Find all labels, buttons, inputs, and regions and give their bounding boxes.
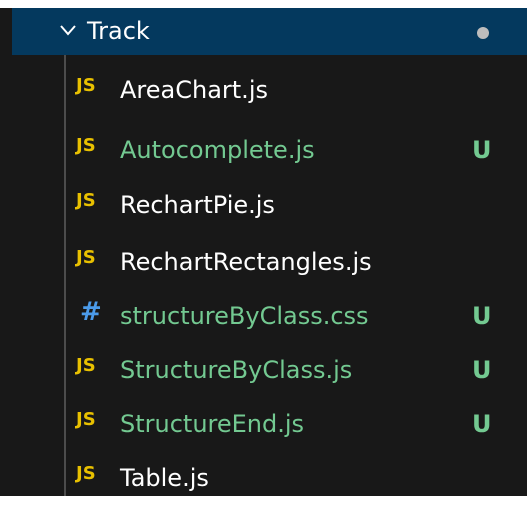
- file-row[interactable]: # structureByClass.css U: [12, 288, 527, 343]
- js-icon: JS: [76, 135, 96, 156]
- file-name: RechartRectangles.js: [120, 248, 372, 276]
- file-name: StructureEnd.js: [120, 410, 305, 438]
- file-name: StructureByClass.js: [120, 356, 353, 384]
- file-name: AreaChart.js: [120, 76, 268, 104]
- js-icon: JS: [76, 355, 96, 376]
- file-row[interactable]: JS RechartRectangles.js: [12, 234, 527, 289]
- file-row[interactable]: JS RechartPie.js: [12, 177, 527, 232]
- file-name: Autocomplete.js: [120, 136, 315, 164]
- modified-indicator-icon: [477, 27, 489, 39]
- git-status-badge: U: [472, 136, 492, 164]
- git-status-badge: U: [472, 302, 492, 330]
- chevron-down-icon[interactable]: [60, 24, 76, 36]
- js-icon: JS: [76, 190, 96, 211]
- js-icon: JS: [76, 409, 96, 430]
- js-icon: JS: [76, 247, 96, 268]
- file-name: structureByClass.css: [120, 302, 369, 330]
- file-row[interactable]: JS StructureEnd.js U: [12, 396, 527, 451]
- file-name: RechartPie.js: [120, 191, 275, 219]
- css-icon: #: [80, 297, 102, 327]
- file-name: Table.js: [120, 464, 209, 492]
- file-row[interactable]: JS Table.js: [12, 450, 527, 505]
- js-icon: JS: [76, 463, 96, 484]
- file-row[interactable]: JS Autocomplete.js U: [12, 122, 527, 177]
- js-icon: JS: [76, 75, 96, 96]
- file-explorer: Track JS AreaChart.js JS Autocomplete.js U JS…: [0, 8, 527, 496]
- git-status-badge: U: [472, 410, 492, 438]
- folder-name: Track: [87, 17, 150, 45]
- git-status-badge: U: [472, 356, 492, 384]
- folder-row-track[interactable]: Track: [12, 8, 527, 55]
- file-row[interactable]: JS AreaChart.js: [12, 62, 527, 117]
- file-row[interactable]: JS StructureByClass.js U: [12, 342, 527, 397]
